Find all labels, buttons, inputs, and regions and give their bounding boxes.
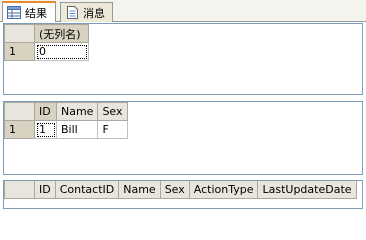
tab-messages-label: 消息	[83, 6, 105, 20]
result-table-3: ID ContactID Name Sex ActionType LastUpd…	[4, 181, 357, 199]
header-row: ID ContactID Name Sex ActionType LastUpd…	[4, 181, 357, 199]
column-header[interactable]: Name	[118, 181, 161, 199]
table-cell[interactable]: F	[97, 120, 129, 139]
tab-messages[interactable]: 消息	[60, 2, 113, 22]
column-header[interactable]: ID	[34, 181, 56, 199]
tab-results[interactable]: 结果	[2, 1, 56, 22]
row-number[interactable]: 1	[4, 42, 35, 61]
result-table-1: (无列名) 1 0	[4, 24, 89, 61]
result-grid-1[interactable]: (无列名) 1 0	[3, 23, 363, 95]
column-header[interactable]: Sex	[97, 102, 129, 121]
column-header[interactable]: LastUpdateDate	[257, 181, 357, 199]
table-cell[interactable]: 0	[34, 42, 89, 61]
header-row: (无列名)	[4, 24, 89, 43]
corner-cell[interactable]	[4, 24, 35, 43]
document-icon	[65, 6, 79, 19]
column-header[interactable]: Sex	[159, 181, 190, 199]
column-header[interactable]: ActionType	[188, 181, 259, 199]
result-table-2: ID Name Sex 1 1 Bill F	[4, 102, 129, 139]
result-grid-3[interactable]: ID ContactID Name Sex ActionType LastUpd…	[3, 180, 363, 209]
table-row[interactable]: 1 1 Bill F	[4, 120, 129, 139]
corner-cell[interactable]	[4, 181, 35, 199]
table-cell[interactable]: Bill	[55, 120, 99, 139]
tab-results-label: 结果	[25, 6, 47, 20]
table-row[interactable]: 1 0	[4, 42, 89, 61]
result-grid-2[interactable]: ID Name Sex 1 1 Bill F	[3, 101, 363, 175]
column-header[interactable]: ContactID	[54, 181, 120, 199]
column-header[interactable]: ID	[34, 102, 57, 121]
grid-icon	[7, 6, 21, 19]
table-cell[interactable]: 1	[34, 120, 57, 139]
header-row: ID Name Sex	[4, 102, 129, 121]
results-tab-strip: 结果 消息	[0, 0, 366, 22]
column-header[interactable]: Name	[55, 102, 99, 121]
column-header[interactable]: (无列名)	[34, 24, 89, 43]
row-number[interactable]: 1	[4, 120, 35, 139]
corner-cell[interactable]	[4, 102, 35, 121]
